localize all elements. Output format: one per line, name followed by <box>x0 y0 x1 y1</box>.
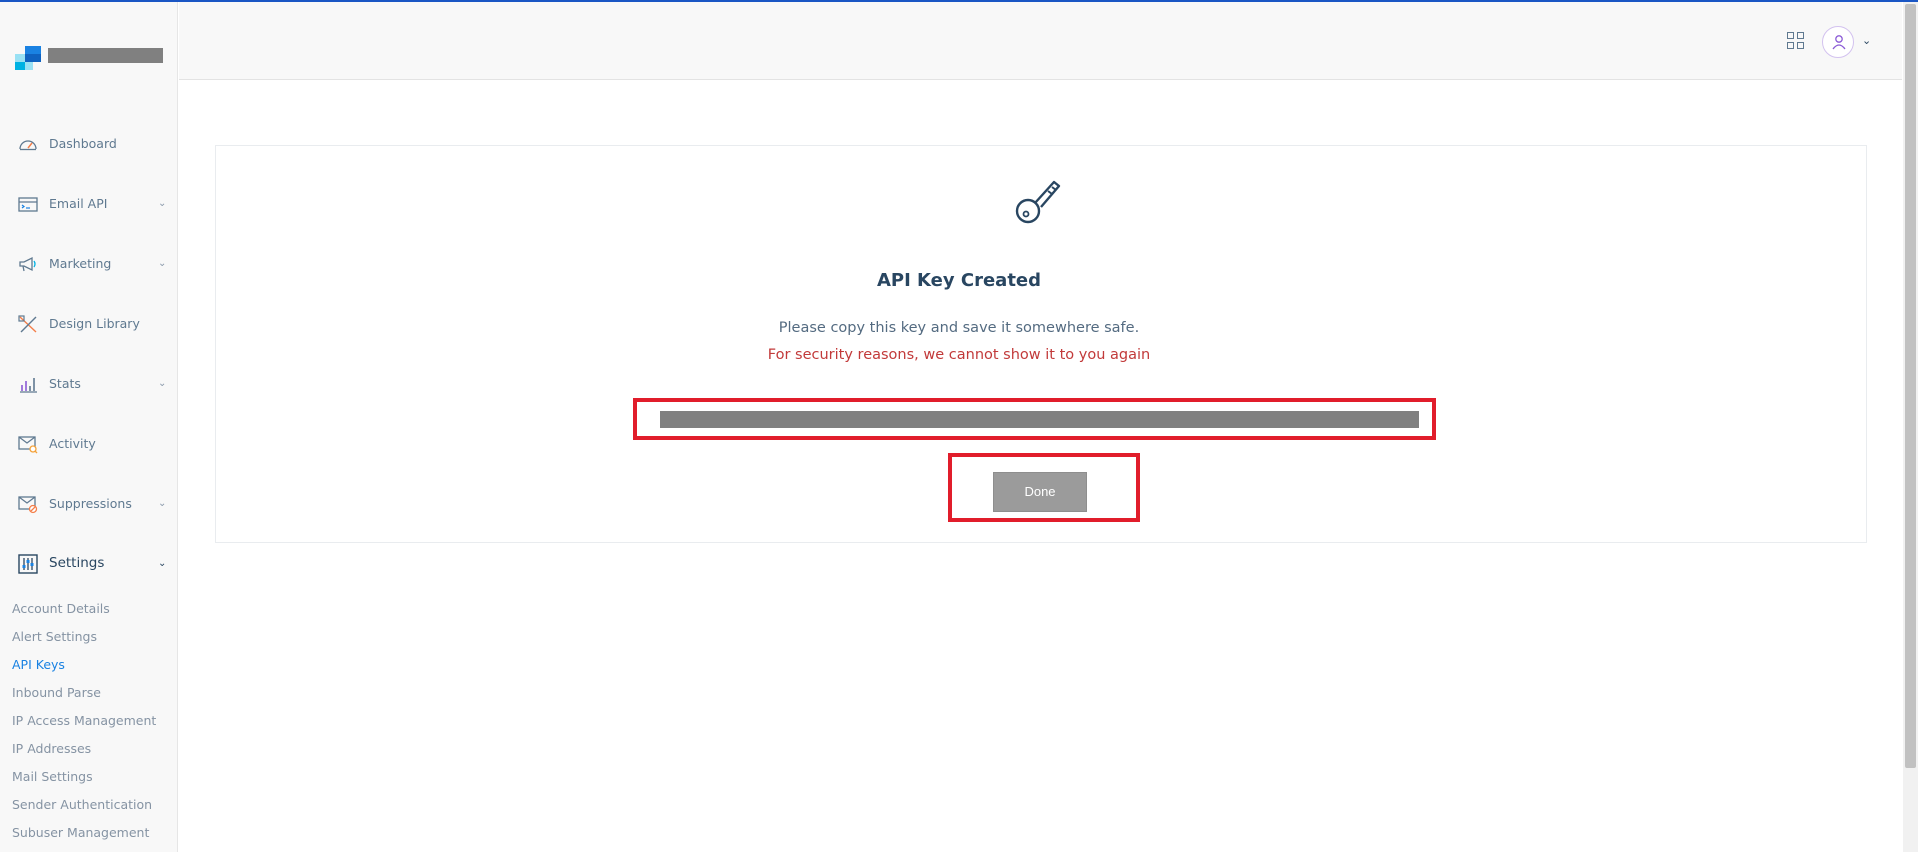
sidebar-subitem-inbound-parse[interactable]: Inbound Parse <box>12 685 101 700</box>
envelope-blocked-icon <box>18 496 38 514</box>
user-icon <box>1832 35 1846 50</box>
sidebar-item-label: Email API <box>49 196 108 211</box>
sidebar-subitem-sender-authentication[interactable]: Sender Authentication <box>12 797 152 812</box>
sidebar-item-settings[interactable]: Settings ⌄ <box>0 546 178 582</box>
grid-icon[interactable] <box>1787 32 1805 50</box>
sidebar-subitem-api-keys[interactable]: API Keys <box>12 657 65 672</box>
chevron-down-icon: ⌄ <box>158 378 167 389</box>
chevron-down-icon: ⌄ <box>158 198 167 209</box>
done-button[interactable]: Done <box>993 472 1087 512</box>
sidebar-item-label: Marketing <box>49 256 112 271</box>
chevron-down-icon: ⌄ <box>158 558 167 569</box>
sidebar: Dashboard Email API ⌄ Marketing ⌄ Design… <box>0 2 178 852</box>
sidebar-item-label: Suppressions <box>49 496 132 511</box>
card-message: Please copy this key and save it somewhe… <box>778 320 1140 336</box>
key-icon <box>1015 180 1061 224</box>
envelope-search-icon <box>18 436 38 454</box>
sidebar-item-stats[interactable]: Stats ⌄ <box>0 366 178 402</box>
sidebar-subitem-ip-addresses[interactable]: IP Addresses <box>12 741 91 756</box>
chevron-down-icon: ⌄ <box>158 498 167 509</box>
stats-chart-icon <box>20 378 37 393</box>
top-accent-line <box>0 0 1918 2</box>
chevron-down-icon[interactable]: ⌄ <box>1862 34 1871 47</box>
sliders-icon <box>18 554 38 574</box>
chevron-down-icon: ⌄ <box>158 258 167 269</box>
sidebar-subitem-subuser-management[interactable]: Subuser Management <box>12 825 149 840</box>
email-api-icon <box>18 197 38 212</box>
scrollbar-thumb[interactable] <box>1905 4 1916 768</box>
account-name-redacted <box>48 48 163 63</box>
top-header <box>179 2 1902 80</box>
sidebar-item-label: Stats <box>49 376 81 391</box>
api-key-value-redacted[interactable] <box>660 411 1419 428</box>
sidebar-item-label: Activity <box>49 436 96 451</box>
sidebar-subitem-account-details[interactable]: Account Details <box>12 601 110 616</box>
sidebar-item-suppressions[interactable]: Suppressions ⌄ <box>0 486 178 522</box>
sidebar-subitem-ip-access-management[interactable]: IP Access Management <box>12 713 156 728</box>
speedometer-icon <box>19 140 37 151</box>
sidebar-subitem-mail-settings[interactable]: Mail Settings <box>12 769 93 784</box>
security-warning: For security reasons, we cannot show it … <box>767 347 1151 363</box>
sendgrid-logo-icon[interactable] <box>15 46 41 70</box>
user-avatar[interactable] <box>1822 26 1854 58</box>
card-title: API Key Created <box>876 270 1042 291</box>
sidebar-item-label: Dashboard <box>49 136 117 151</box>
sidebar-item-email-api[interactable]: Email API ⌄ <box>0 186 178 222</box>
sidebar-item-activity[interactable]: Activity <box>0 426 178 462</box>
sidebar-item-dashboard[interactable]: Dashboard <box>0 126 178 162</box>
sidebar-subitem-alert-settings[interactable]: Alert Settings <box>12 629 97 644</box>
sidebar-item-label: Settings <box>49 555 105 571</box>
scrollbar[interactable] <box>1903 2 1918 852</box>
